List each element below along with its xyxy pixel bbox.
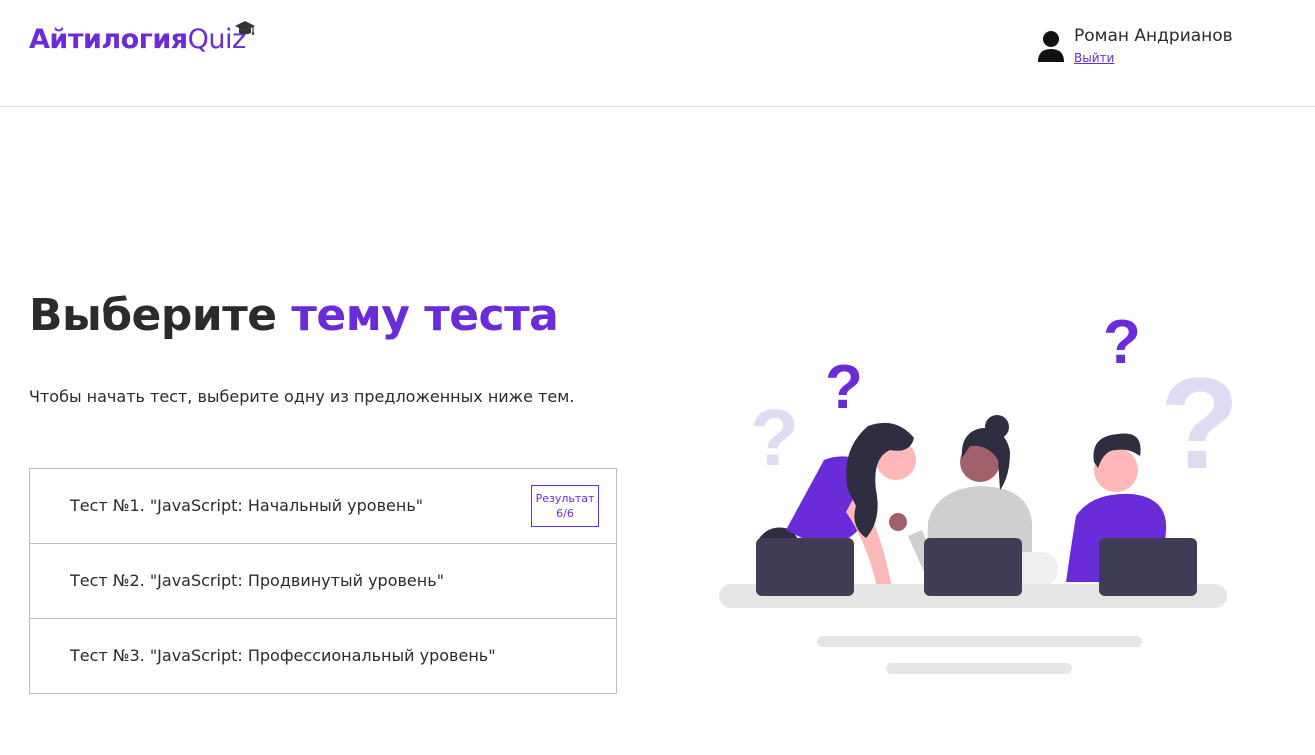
test-item-3[interactable]: Тест №3. "JavaScript: Профессиональный у… bbox=[29, 618, 617, 694]
result-badge: Результат 6/6 bbox=[531, 485, 599, 527]
result-badge-label: Результат bbox=[535, 492, 595, 505]
result-badge-value: 6/6 bbox=[556, 507, 574, 520]
logo-text: Айтилогия bbox=[29, 24, 188, 55]
graduation-cap-icon bbox=[235, 21, 255, 35]
header: АйтилогияQuiz Роман Андрианов Выйти bbox=[0, 0, 1315, 107]
page-title-accent: тему теста bbox=[291, 290, 559, 341]
people-with-laptops-illustration: ? ? ? ? bbox=[719, 308, 1239, 674]
page-title-part1: Выберите bbox=[29, 290, 277, 341]
question-mark-icon: ? bbox=[750, 393, 799, 482]
user-name: Роман Андрианов bbox=[1074, 26, 1233, 46]
question-mark-icon: ? bbox=[825, 353, 863, 422]
test-item-label: Тест №2. "JavaScript: Продвинутый уровен… bbox=[70, 571, 445, 590]
test-item-label: Тест №1. "JavaScript: Начальный уровень" bbox=[70, 496, 424, 515]
user-panel: Роман Андрианов Выйти bbox=[1037, 26, 1257, 76]
page-subtitle: Чтобы начать тест, выберите одну из пред… bbox=[29, 387, 575, 406]
question-mark-icon: ? bbox=[1160, 350, 1239, 496]
user-icon bbox=[1038, 31, 1064, 62]
logout-link[interactable]: Выйти bbox=[1074, 51, 1114, 65]
test-item-1[interactable]: Тест №1. "JavaScript: Начальный уровень"… bbox=[29, 468, 617, 544]
question-mark-icon: ? bbox=[1103, 308, 1141, 377]
test-item-label: Тест №3. "JavaScript: Профессиональный у… bbox=[70, 646, 496, 665]
logo[interactable]: АйтилогияQuiz bbox=[29, 21, 255, 55]
test-item-2[interactable]: Тест №2. "JavaScript: Продвинутый уровен… bbox=[29, 543, 617, 619]
test-list: Тест №1. "JavaScript: Начальный уровень"… bbox=[29, 468, 617, 694]
page-title: Выберите тему теста bbox=[29, 290, 559, 341]
